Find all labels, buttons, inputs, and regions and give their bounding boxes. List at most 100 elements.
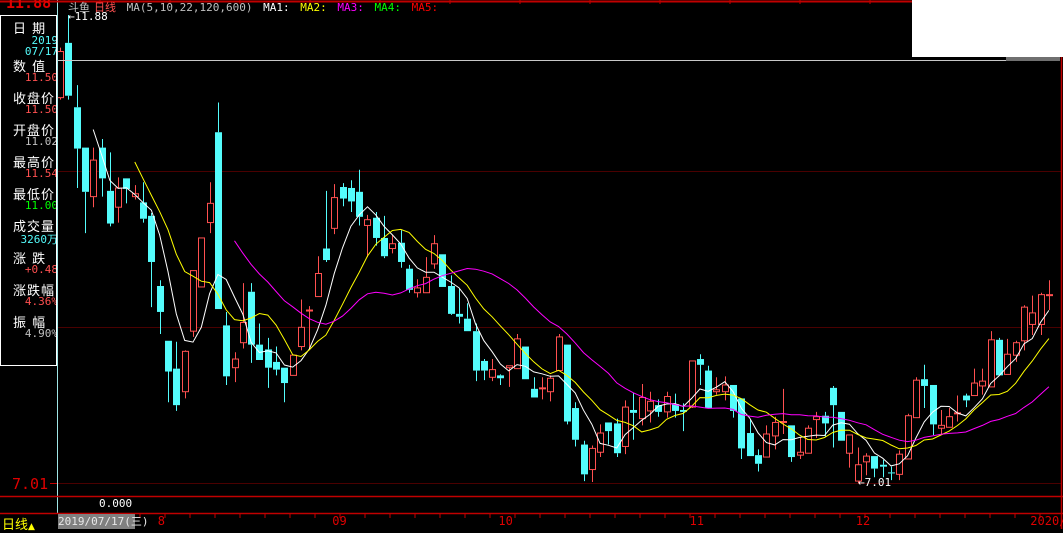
- candle-body: [988, 339, 995, 388]
- candle-up: [905, 413, 912, 460]
- candle-body: [556, 336, 563, 372]
- info-value: 11.00: [24, 199, 57, 212]
- candle-down: [281, 367, 288, 403]
- candle-body: [464, 318, 471, 332]
- candle-body: [414, 287, 421, 294]
- candle-body: [190, 270, 197, 332]
- candle-down: [705, 365, 712, 409]
- candle-down: [348, 180, 355, 213]
- candle-body: [1021, 306, 1028, 342]
- candle-down: [157, 280, 164, 335]
- info-value: 11.50: [24, 103, 57, 116]
- chart-frame: [0, 0, 1063, 529]
- candle-body: [871, 456, 878, 469]
- candle-body: [173, 368, 180, 406]
- candle-up: [589, 445, 596, 483]
- occluding-window: [912, 0, 1063, 57]
- candle-down: [265, 337, 272, 388]
- candle-down: [963, 393, 970, 408]
- candle-body: [223, 325, 230, 377]
- low-marker-value: 7.01: [864, 476, 892, 489]
- candle-body: [165, 340, 172, 372]
- candle-body: [90, 159, 97, 198]
- candle-up: [90, 147, 97, 208]
- ma-params: MA(5,10,22,120,600): [126, 1, 253, 14]
- candle-body: [805, 427, 812, 454]
- candle-down: [323, 190, 330, 262]
- info-panel: 日 期 2019 07/17 数 值 11.50 收盘价 11.50 开盘价 11.02 最…: [0, 15, 57, 366]
- candle-body: [57, 51, 64, 99]
- candle-body: [99, 147, 106, 179]
- period-switch-button[interactable]: 日线▲: [2, 514, 35, 533]
- candle-body: [348, 187, 355, 202]
- candle-up: [689, 360, 696, 409]
- candle-down: [165, 340, 172, 403]
- candle-body: [107, 190, 114, 224]
- candle-body: [946, 416, 953, 428]
- info-item: 成交量 3260万: [1, 214, 56, 246]
- candle-down: [614, 418, 621, 458]
- candle-body: [572, 408, 579, 440]
- candle-body: [340, 187, 347, 199]
- candle-down: [248, 283, 255, 363]
- candle-up: [431, 235, 438, 269]
- candle-body: [830, 387, 837, 406]
- candle-down: [256, 323, 263, 360]
- candle-down: [838, 411, 845, 441]
- info-value: 3260万: [20, 233, 57, 246]
- candle-up: [780, 388, 787, 434]
- candle-up: [1029, 295, 1036, 336]
- candle-down: [373, 212, 380, 246]
- chart-title-row: 斗鱼 日线 MA(5,10,22,120,600) MA1: MA2: MA3: …: [68, 1, 442, 14]
- candle-body: [148, 215, 155, 262]
- candle-body: [838, 411, 845, 441]
- candles: [57, 15, 1053, 483]
- candle-up: [414, 279, 421, 298]
- month-label: 8: [157, 514, 165, 528]
- candle-up: [514, 334, 521, 370]
- candle-body: [373, 217, 380, 238]
- candle-down: [531, 377, 538, 398]
- candle-down: [223, 311, 230, 385]
- candle-body: [481, 360, 488, 371]
- candle-body: [938, 424, 945, 429]
- candle-body: [597, 432, 604, 453]
- info-item: 振 幅 4.90%: [1, 310, 56, 342]
- candle-body: [547, 377, 554, 393]
- candle-up: [364, 214, 371, 258]
- candle-body: [880, 464, 887, 467]
- info-item: 最低价 11.00: [1, 182, 56, 214]
- high-marker-value: 11.88: [74, 10, 108, 23]
- candle-down: [74, 85, 81, 188]
- candle-body: [1029, 312, 1036, 325]
- candle-body: [207, 202, 214, 224]
- crosshair-price-tag: [1006, 57, 1060, 61]
- candle-up: [946, 408, 953, 428]
- candle-down: [82, 147, 89, 234]
- candle-body: [639, 396, 646, 420]
- candle-body: [298, 326, 305, 348]
- candle-up: [797, 436, 804, 459]
- info-value: 11.50: [24, 71, 57, 84]
- candle-body: [323, 248, 330, 261]
- candle-down: [65, 15, 72, 100]
- month-label: 11: [689, 514, 704, 528]
- candle-body: [65, 42, 72, 96]
- candle-down: [456, 288, 463, 324]
- price-axis-low-label: 7.01: [12, 475, 49, 493]
- candle-up: [1013, 340, 1020, 362]
- candle-up: [863, 453, 870, 476]
- month-label: 12: [855, 514, 871, 528]
- candle-up: [331, 184, 338, 235]
- candle-body: [423, 276, 430, 294]
- candlestick-chart[interactable]: [0, 0, 1063, 529]
- candle-down: [996, 337, 1003, 376]
- candle-body: [630, 409, 637, 413]
- candle-body: [813, 416, 820, 421]
- candle-body: [315, 273, 322, 298]
- candle-up: [647, 391, 654, 423]
- candle-up: [954, 395, 961, 422]
- info-value: 11.54: [24, 167, 57, 180]
- info-item: 数 值 11.50: [1, 54, 56, 86]
- candle-down: [697, 354, 704, 385]
